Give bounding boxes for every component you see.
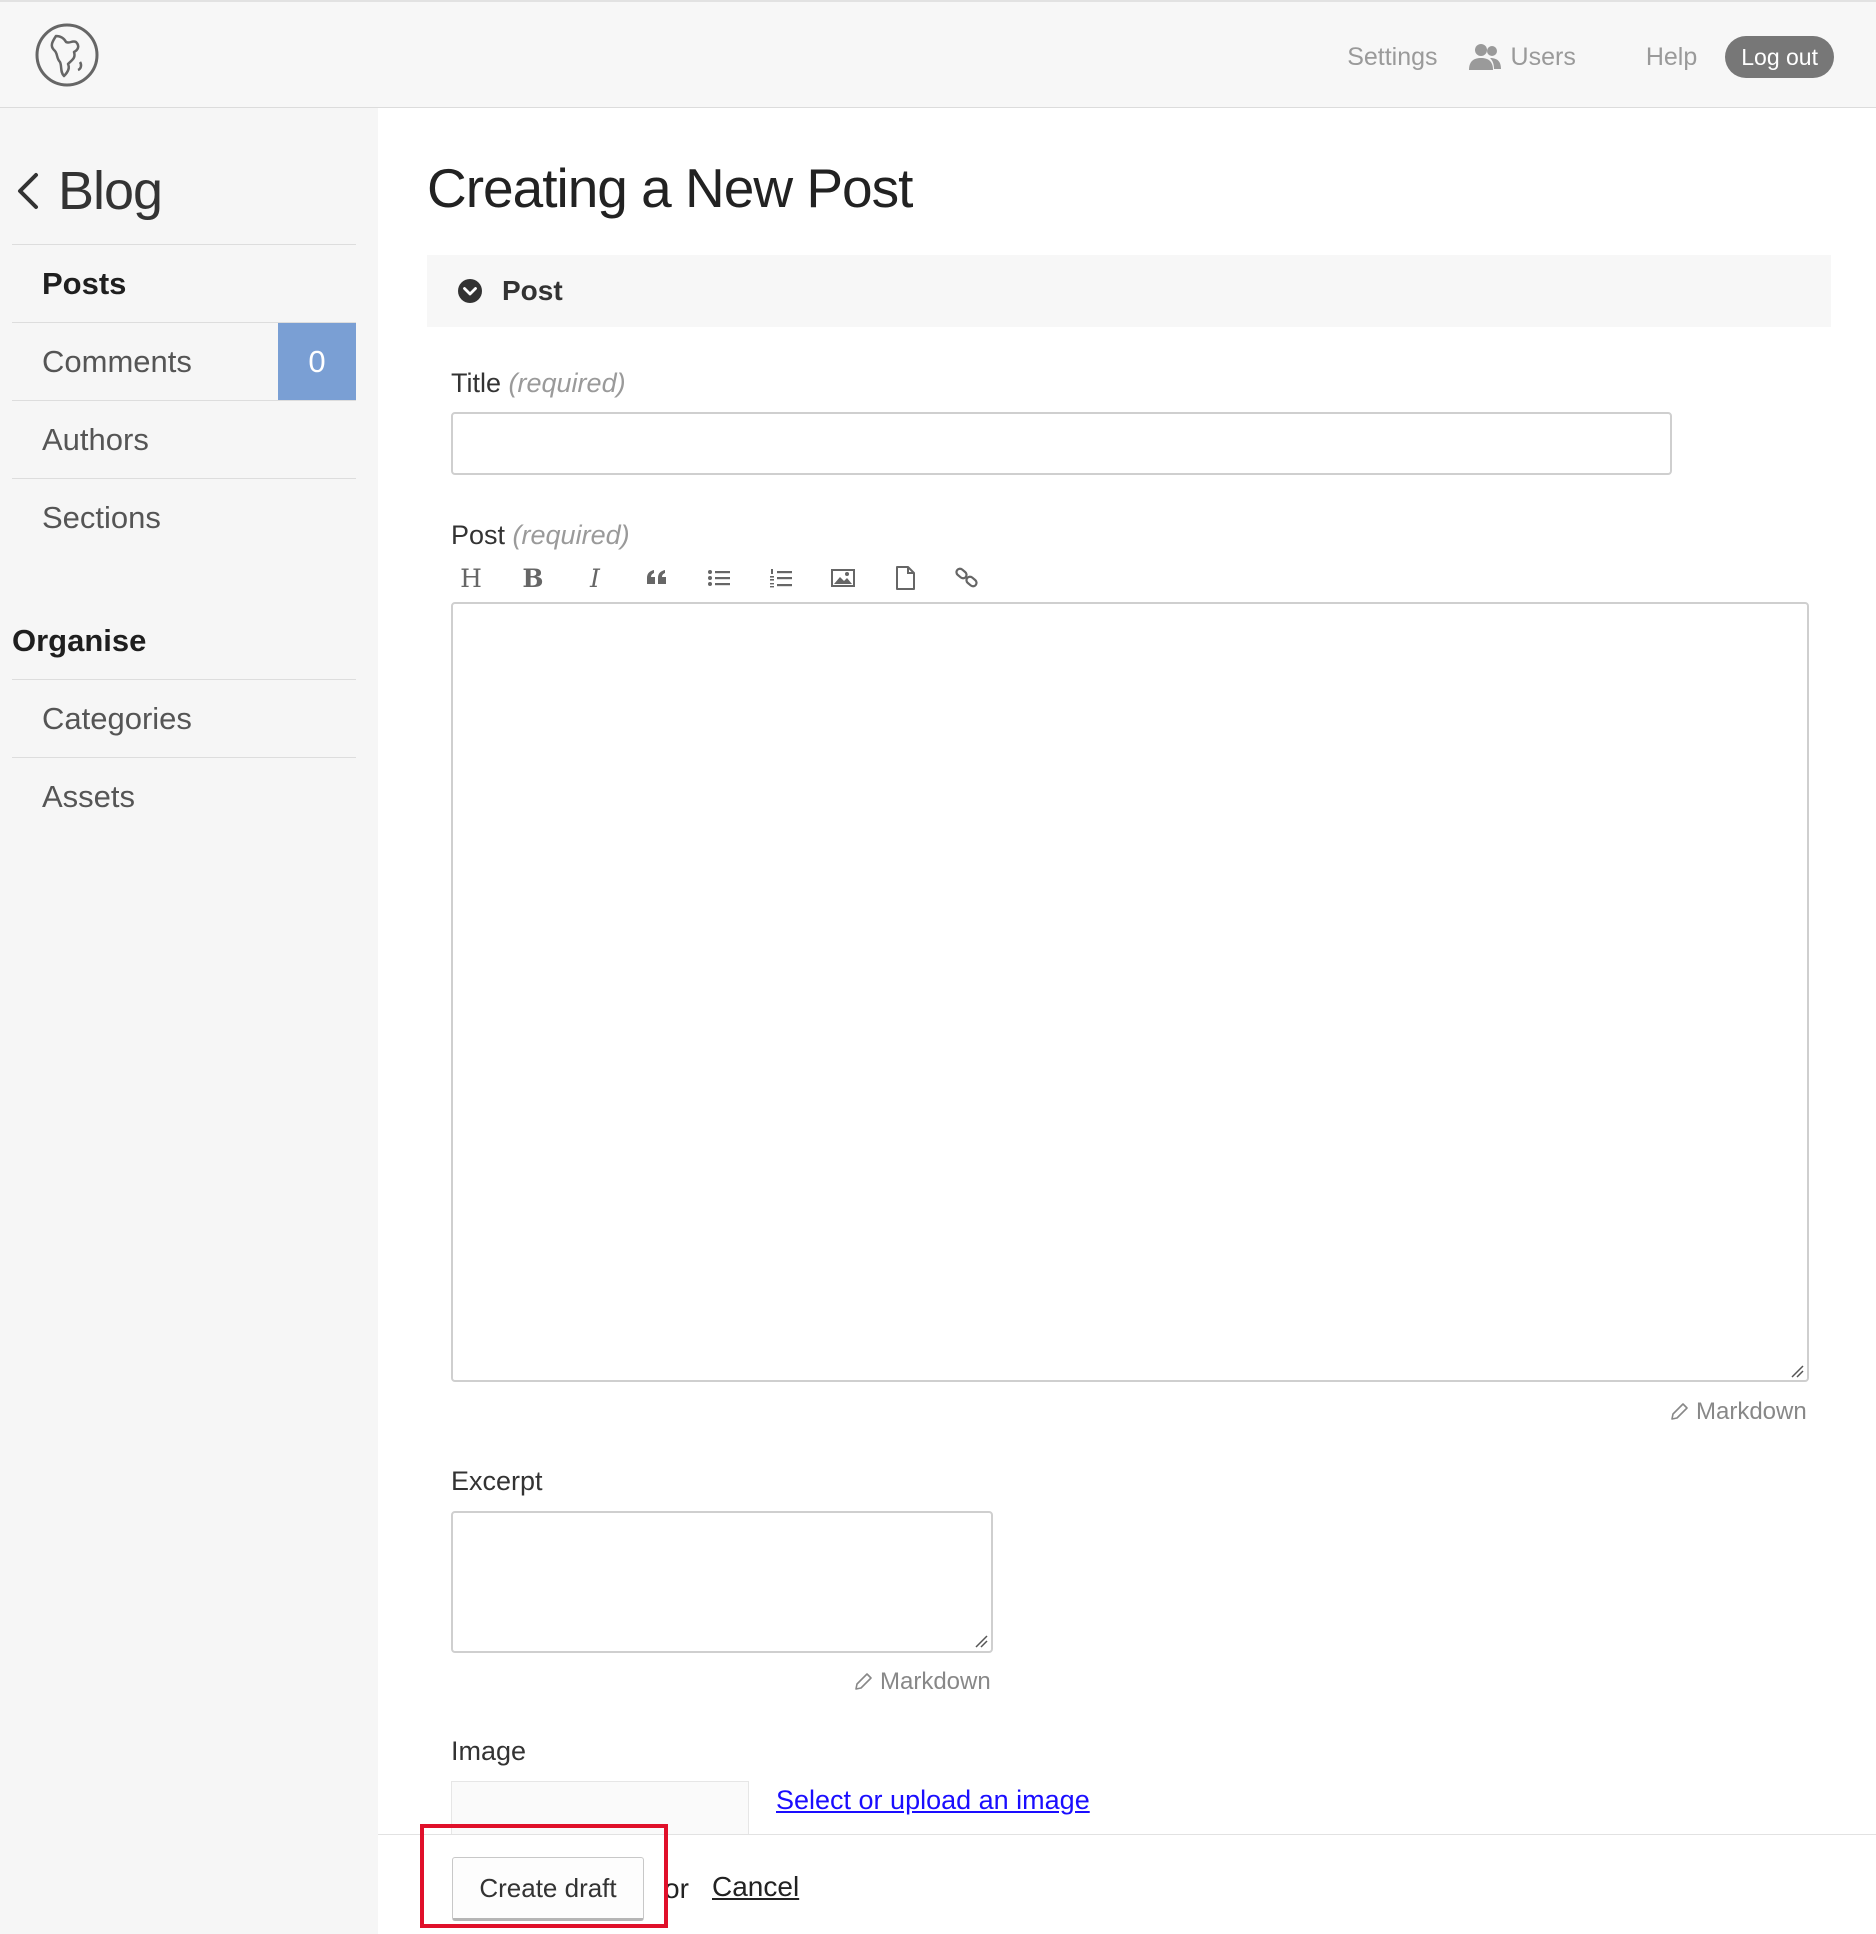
file-icon <box>896 566 915 590</box>
page-title: Creating a New Post <box>427 157 913 219</box>
numbered-list-button[interactable] <box>761 560 801 596</box>
bullet-list-icon <box>708 570 730 586</box>
image-icon <box>831 569 855 587</box>
sidebar-item-assets[interactable]: Assets <box>12 758 356 835</box>
form-actions-bar: Create draft or Cancel <box>378 1834 1876 1934</box>
chevron-left-icon <box>18 173 38 209</box>
editor-toolbar: H B I <box>451 560 1009 596</box>
insert-image-button[interactable] <box>823 560 863 596</box>
resize-handle-icon[interactable] <box>1790 1364 1804 1378</box>
select-image-link[interactable]: Select or upload an image <box>776 1785 1090 1816</box>
required-hint: (required) <box>508 368 626 398</box>
back-to-blog-link[interactable]: Blog <box>14 160 163 222</box>
sidebar-item-label: Sections <box>42 499 161 535</box>
create-draft-button[interactable]: Create draft <box>452 1857 644 1921</box>
sidebar-item-label: Authors <box>42 421 149 457</box>
chevron-down-circle-icon <box>458 279 482 303</box>
bold-button[interactable]: B <box>513 560 553 596</box>
organise-heading: Organise <box>12 623 147 658</box>
italic-button[interactable]: I <box>575 560 615 596</box>
sidebar-item-categories[interactable]: Categories <box>12 680 356 757</box>
sidebar-item-label: Assets <box>42 778 136 814</box>
post-body-textarea[interactable] <box>451 602 1809 1382</box>
sidebar-item-label: Comments <box>42 343 192 379</box>
users-icon <box>1468 44 1501 70</box>
resize-handle-icon[interactable] <box>974 1634 988 1648</box>
markdown-label: Markdown <box>880 1668 991 1695</box>
post-section-toggle[interactable]: Post <box>427 255 1831 327</box>
page: Settings Users Help Log out Blog Posts C… <box>0 0 1876 1934</box>
post-label-text: Post <box>451 520 506 550</box>
quote-button[interactable] <box>637 560 677 596</box>
help-link[interactable]: Help <box>1646 43 1697 72</box>
cancel-link[interactable]: Cancel <box>712 1871 799 1903</box>
sidebar-item-authors[interactable]: Authors <box>12 401 356 478</box>
post-markdown-note: Markdown <box>1668 1398 1807 1426</box>
sidebar-item-sections[interactable]: Sections <box>12 479 356 556</box>
title-field-label: Title (required) <box>451 368 626 399</box>
sidebar-item-label: Categories <box>42 700 192 736</box>
image-preview-box[interactable] <box>451 1781 749 1841</box>
comments-count-badge: 0 <box>278 323 356 400</box>
quote-icon <box>647 570 666 584</box>
sidebar: Blog Posts Comments 0 Authors Sections O… <box>0 108 378 1934</box>
insert-link-button[interactable] <box>947 560 987 596</box>
excerpt-textarea[interactable] <box>451 1511 993 1653</box>
globe-logo-icon[interactable] <box>34 22 100 88</box>
sidebar-item-posts[interactable]: Posts <box>12 245 356 322</box>
title-label-text: Title <box>451 368 502 398</box>
logout-button[interactable]: Log out <box>1725 36 1834 78</box>
settings-link[interactable]: Settings <box>1347 43 1437 72</box>
users-link[interactable]: Users <box>1468 42 1576 72</box>
users-label: Users <box>1510 42 1576 71</box>
excerpt-field-label: Excerpt <box>451 1466 543 1496</box>
link-icon <box>955 567 978 588</box>
required-hint: (required) <box>512 520 630 550</box>
insert-file-button[interactable] <box>885 560 925 596</box>
main-content: Creating a New Post Post Title (required… <box>378 108 1876 1934</box>
section-label: Post <box>502 275 563 306</box>
heading-button[interactable]: H <box>451 560 491 596</box>
bullet-list-button[interactable] <box>699 560 739 596</box>
top-nav: Settings Users Help Log out <box>1347 35 1834 79</box>
pencil-icon <box>855 1673 872 1690</box>
sidebar-item-label: Posts <box>42 265 127 301</box>
pencil-icon <box>1671 1403 1688 1420</box>
blog-title: Blog <box>58 161 163 221</box>
markdown-label: Markdown <box>1696 1398 1807 1425</box>
image-field-label: Image <box>451 1736 527 1766</box>
or-text: or <box>664 1873 689 1904</box>
numbered-list-icon <box>770 569 792 588</box>
top-header: Settings Users Help Log out <box>0 0 1876 108</box>
post-field-label: Post (required) <box>451 520 630 551</box>
title-input[interactable] <box>451 412 1672 475</box>
sidebar-item-comments[interactable]: Comments 0 <box>12 323 356 400</box>
excerpt-markdown-note: Markdown <box>852 1668 991 1696</box>
